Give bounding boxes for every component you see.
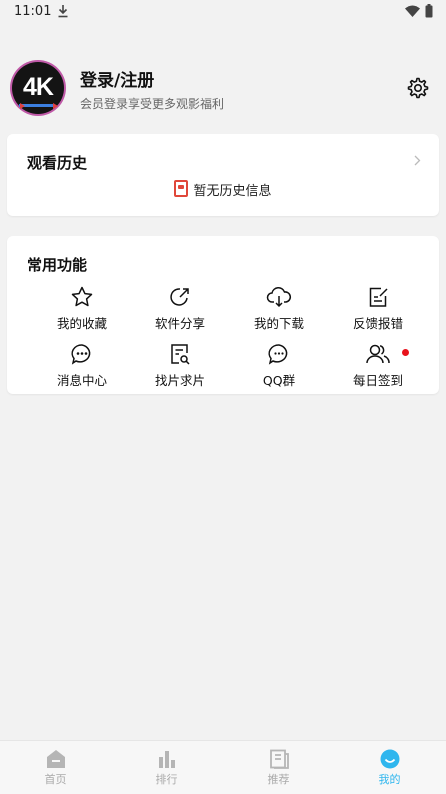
feedback-edit-icon [369, 287, 388, 307]
downloads-button[interactable]: 我的下载 [230, 286, 328, 338]
functions-title: 常用功能 [27, 256, 88, 274]
tab-home-label: 首页 [44, 773, 67, 786]
chevron-right-icon[interactable] [414, 155, 421, 166]
login-register-link[interactable]: 登录/注册 [80, 66, 154, 91]
avatar[interactable]: 4K [10, 60, 66, 116]
functions-card: 常用功能 我的收藏 软件分享 我的下载 反馈报错 消息中心 找片求片 QQ群 每… [7, 236, 439, 394]
tab-ranking[interactable]: 排行 [111, 749, 222, 793]
gear-icon[interactable] [405, 76, 429, 100]
avatar-play-icon [53, 103, 58, 109]
request-movie-button[interactable]: 找片求片 [131, 343, 229, 395]
history-card[interactable]: 观看历史 暂无历史信息 [7, 134, 439, 216]
history-title: 观看历史 [27, 154, 88, 172]
wifi-icon [405, 5, 420, 17]
battery-icon [425, 4, 433, 18]
home-icon [46, 750, 65, 768]
users-icon [366, 344, 390, 364]
download-status-icon [58, 5, 68, 18]
bottom-tab-bar: 首页 排行 推荐 我的 [0, 740, 446, 794]
smile-icon [380, 749, 399, 769]
daily-checkin-button[interactable]: 每日签到 [329, 343, 427, 395]
daily-checkin-label: 每日签到 [352, 373, 403, 388]
book-icon [269, 749, 289, 769]
status-time: 11:01 [14, 4, 52, 19]
tab-recommend-label: 推荐 [267, 773, 290, 786]
messages-button[interactable]: 消息中心 [33, 343, 131, 395]
share-app-label: 软件分享 [154, 316, 205, 331]
profile-header[interactable]: 4K 登录/注册 会员登录享受更多观影福利 [0, 48, 446, 128]
status-bar: 11:01 [0, 0, 446, 24]
request-movie-label: 找片求片 [154, 373, 205, 388]
tab-home[interactable]: 首页 [0, 749, 111, 793]
chart-bars-icon [158, 751, 175, 768]
feedback-label: 反馈报错 [352, 316, 403, 331]
notification-badge [402, 349, 409, 356]
history-empty-text: 暂无历史信息 [193, 184, 272, 199]
empty-book-icon [174, 180, 189, 197]
messages-label: 消息中心 [56, 373, 107, 388]
qq-group-button[interactable]: QQ群 [230, 343, 328, 395]
tab-mine-label: 我的 [378, 773, 401, 786]
favorites-button[interactable]: 我的收藏 [33, 286, 131, 338]
favorites-label: 我的收藏 [56, 316, 107, 331]
search-document-icon [171, 344, 190, 365]
avatar-play-icon [20, 103, 25, 109]
share-app-button[interactable]: 软件分享 [131, 286, 229, 338]
cloud-download-icon [266, 286, 292, 308]
share-icon [170, 288, 189, 306]
star-icon [71, 286, 93, 307]
history-empty: 暂无历史信息 [7, 180, 439, 199]
message-icon [71, 344, 91, 365]
chat-bubble-icon [268, 344, 288, 365]
qq-group-label: QQ群 [262, 373, 296, 388]
tab-ranking-label: 排行 [155, 773, 178, 786]
feedback-button[interactable]: 反馈报错 [329, 286, 427, 338]
downloads-label: 我的下载 [253, 316, 304, 331]
tab-recommend[interactable]: 推荐 [223, 749, 334, 793]
tab-mine[interactable]: 我的 [334, 749, 445, 793]
login-subtitle: 会员登录享受更多观影福利 [80, 97, 225, 111]
